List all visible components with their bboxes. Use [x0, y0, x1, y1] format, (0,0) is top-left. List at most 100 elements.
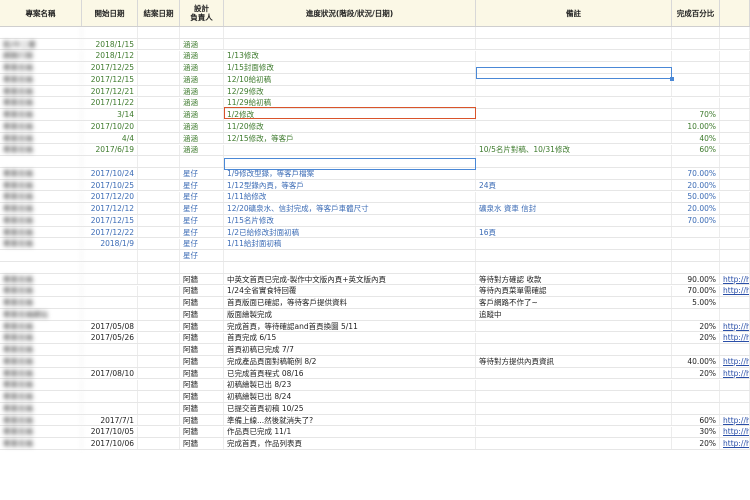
header-notes[interactable]: 備註 — [476, 0, 672, 26]
cell-project-name[interactable]: 專案名稱 — [0, 215, 82, 226]
cell-notes[interactable] — [476, 74, 672, 85]
cell-end-date[interactable] — [138, 344, 180, 355]
cell-start-date[interactable] — [82, 309, 138, 320]
cell-designer[interactable]: 阿牆 — [180, 344, 224, 355]
cell-designer[interactable]: 涵涵 — [180, 132, 224, 144]
cell-designer[interactable]: 阿牆 — [180, 379, 224, 391]
cell-start-date[interactable] — [82, 285, 138, 297]
cell-percent[interactable]: 50.00% — [672, 191, 720, 203]
cell-notes[interactable] — [476, 403, 672, 414]
cell-progress[interactable]: 1/2修改 — [224, 109, 476, 120]
cell-project-name[interactable] — [0, 250, 82, 261]
cell-project-name[interactable]: 專案名稱 — [0, 367, 82, 379]
cell-link[interactable] — [720, 74, 750, 85]
cell-percent[interactable]: 20.00% — [672, 203, 720, 214]
cell-designer[interactable] — [180, 156, 224, 167]
cell-progress[interactable]: 完成產品頁面對稿範例 8/2 — [224, 356, 476, 367]
cell-percent[interactable]: 70.00% — [672, 285, 720, 297]
cell-notes[interactable] — [476, 97, 672, 109]
cell-project-name[interactable]: 專案名稱 — [0, 403, 82, 414]
cell-end-date[interactable] — [138, 438, 180, 449]
cell-start-date[interactable]: 2017/12/22 — [82, 226, 138, 238]
cell-link[interactable] — [720, 297, 750, 308]
cell-start-date[interactable]: 4/4 — [82, 132, 138, 144]
cell-notes[interactable]: 10/5名片對稿、10/31修改 — [476, 144, 672, 156]
cell-project-name[interactable]: 專案名稱 — [0, 85, 82, 97]
cell-link[interactable]: http://hc — [720, 332, 750, 344]
cell-start-date[interactable]: 2017/10/24 — [82, 168, 138, 179]
cell-project-name[interactable] — [0, 156, 82, 167]
cell-percent[interactable] — [672, 379, 720, 391]
cell-end-date[interactable] — [138, 215, 180, 226]
cell-notes[interactable]: 追蹤中 — [476, 309, 672, 320]
cell-progress[interactable]: 12/29修改 — [224, 85, 476, 97]
cell-project-name[interactable] — [0, 27, 82, 38]
cell-end-date[interactable] — [138, 156, 180, 167]
cell-percent[interactable]: 70.00% — [672, 168, 720, 179]
cell-start-date[interactable]: 2017/10/06 — [82, 438, 138, 449]
cell-start-date[interactable]: 2017/10/25 — [82, 179, 138, 191]
cell-progress[interactable]: 初稿繪製已出 8/24 — [224, 391, 476, 402]
cell-link[interactable] — [720, 97, 750, 109]
cell-project-name[interactable]: 網路行銷 — [0, 50, 82, 62]
cell-designer[interactable]: 阿牆 — [180, 309, 224, 320]
cell-designer[interactable]: 星仔 — [180, 238, 224, 250]
cell-end-date[interactable] — [138, 426, 180, 438]
cell-notes[interactable]: 16頁 — [476, 226, 672, 238]
cell-end-date[interactable] — [138, 144, 180, 156]
cell-start-date[interactable]: 2017/12/12 — [82, 203, 138, 214]
cell-notes[interactable] — [476, 438, 672, 449]
cell-project-name[interactable]: 專案名稱 — [0, 426, 82, 438]
cell-notes[interactable] — [476, 50, 672, 62]
cell-percent[interactable]: 20% — [672, 332, 720, 344]
cell-designer[interactable]: 星仔 — [180, 203, 224, 214]
cell-end-date[interactable] — [138, 250, 180, 261]
cell-project-name[interactable]: 專案名稱 — [0, 438, 82, 449]
cell-start-date[interactable]: 2018/1/15 — [82, 38, 138, 50]
cell-notes[interactable] — [476, 215, 672, 226]
cell-end-date[interactable] — [138, 27, 180, 38]
cell-project-name[interactable]: 專案名稱 — [0, 121, 82, 132]
cell-start-date[interactable] — [82, 297, 138, 308]
cell-project-name[interactable]: 專案名稱 — [0, 132, 82, 144]
cell-link[interactable] — [720, 391, 750, 402]
cell-link[interactable] — [720, 262, 750, 273]
cell-designer[interactable]: 涵涵 — [180, 38, 224, 50]
cell-start-date[interactable]: 2017/12/21 — [82, 85, 138, 97]
cell-percent[interactable] — [672, 156, 720, 167]
cell-designer[interactable]: 星仔 — [180, 168, 224, 179]
cell-percent[interactable] — [672, 38, 720, 50]
cell-designer[interactable]: 阿牆 — [180, 438, 224, 449]
cell-designer[interactable]: 涵涵 — [180, 144, 224, 156]
cell-progress[interactable]: 準備上線...然後就消失了? — [224, 414, 476, 426]
cell-progress[interactable]: 首頁版面已確認，等待客戶提供資料 — [224, 297, 476, 308]
cell-link[interactable]: http://hc — [720, 438, 750, 449]
cell-end-date[interactable] — [138, 414, 180, 426]
cell-start-date[interactable]: 2017/12/20 — [82, 191, 138, 203]
cell-progress[interactable]: 1/24全省實食特回覆 — [224, 285, 476, 297]
cell-project-name[interactable]: 專案名稱 — [0, 285, 82, 297]
cell-progress[interactable] — [224, 38, 476, 50]
cell-percent[interactable]: 40% — [672, 132, 720, 144]
fill-handle[interactable] — [670, 77, 674, 81]
cell-designer[interactable]: 星仔 — [180, 226, 224, 238]
cell-notes[interactable] — [476, 344, 672, 355]
cell-end-date[interactable] — [138, 97, 180, 109]
cell-progress[interactable]: 1/12型錄內頁，等客戶 — [224, 179, 476, 191]
cell-progress[interactable]: 首頁完成 6/15 — [224, 332, 476, 344]
cell-end-date[interactable] — [138, 226, 180, 238]
cell-end-date[interactable] — [138, 121, 180, 132]
cell-notes[interactable] — [476, 262, 672, 273]
cell-percent[interactable]: 20% — [672, 438, 720, 449]
cell-percent[interactable]: 60% — [672, 144, 720, 156]
cell-notes[interactable] — [476, 168, 672, 179]
cell-end-date[interactable] — [138, 50, 180, 62]
cell-link[interactable] — [720, 226, 750, 238]
cell-link[interactable] — [720, 250, 750, 261]
cell-notes[interactable] — [476, 38, 672, 50]
cell-end-date[interactable] — [138, 356, 180, 367]
cell-progress[interactable]: 初稿繪製已出 8/23 — [224, 379, 476, 391]
cell-progress[interactable] — [224, 250, 476, 261]
cell-project-name[interactable]: 專案名稱 — [0, 203, 82, 214]
cell-notes[interactable] — [476, 132, 672, 144]
